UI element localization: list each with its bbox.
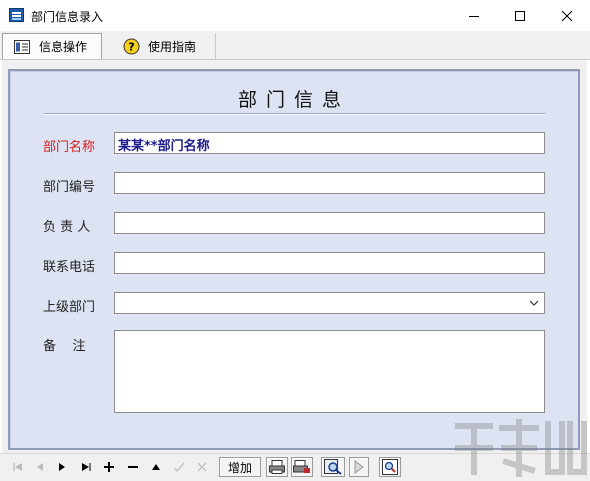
insert-icon — [104, 462, 114, 472]
dept-name-field[interactable]: 某某**部门名称 — [114, 132, 545, 154]
add-button-label: 增加 — [227, 460, 252, 475]
minimize-button[interactable] — [451, 0, 497, 31]
info-list-icon — [13, 38, 31, 56]
tab-label: 使用指南 — [148, 39, 197, 54]
close-icon — [561, 10, 573, 21]
help-icon: ? — [122, 37, 140, 55]
confirm-icon — [173, 462, 185, 472]
app-icon — [9, 8, 24, 22]
post-record-button[interactable] — [171, 457, 187, 477]
last-record-button[interactable] — [78, 457, 94, 477]
print-button[interactable] — [266, 457, 288, 477]
tab-user-guide[interactable]: ? 使用指南 — [112, 33, 216, 59]
navigator-toolbar: 增加 — [0, 453, 590, 481]
phone-label: 联系电话 — [43, 260, 96, 275]
play-icon — [354, 460, 364, 474]
delete-record-button[interactable] — [125, 457, 141, 477]
search-button[interactable] — [321, 457, 345, 477]
zoom-button[interactable] — [379, 457, 401, 477]
svg-text:?: ? — [128, 40, 134, 53]
title-divider — [44, 113, 545, 115]
maximize-button[interactable] — [497, 0, 543, 31]
delete-icon — [128, 466, 138, 468]
title-bar: 部门信息录入 — [0, 0, 590, 31]
department-form-panel: 部门信息 部门名称 某某**部门名称 部门编号 负 责 人 联系电话 上级部门 … — [8, 69, 580, 450]
dept-code-label: 部门编号 — [43, 180, 96, 195]
last-record-icon — [82, 463, 91, 471]
first-record-button[interactable] — [10, 457, 26, 477]
close-button[interactable] — [544, 0, 590, 31]
form-frame: 部门信息 部门名称 某某**部门名称 部门编号 负 责 人 联系电话 上级部门 … — [2, 60, 587, 453]
parent-dept-label: 上级部门 — [43, 300, 96, 315]
tab-info-operations[interactable]: 信息操作 — [2, 33, 102, 59]
search-icon — [324, 459, 342, 475]
tab-label: 信息操作 — [39, 40, 88, 54]
cancel-record-button[interactable] — [194, 457, 210, 477]
print-icon — [269, 460, 285, 474]
up-icon — [152, 464, 160, 470]
print-preview-icon — [293, 460, 310, 473]
chevron-down-icon — [529, 300, 539, 306]
window-title: 部门信息录入 — [31, 10, 104, 24]
minimize-icon — [469, 15, 479, 17]
phone-field[interactable] — [114, 252, 545, 274]
tab-bar: 信息操作 ? 使用指南 — [0, 31, 590, 60]
dept-name-label: 部门名称 — [43, 140, 96, 155]
prev-record-icon — [37, 463, 43, 471]
parent-dept-select[interactable] — [114, 292, 545, 314]
print-preview-button[interactable] — [291, 457, 313, 477]
add-button[interactable]: 增加 — [219, 457, 261, 477]
dept-code-field[interactable] — [114, 172, 545, 194]
cancel-icon — [197, 462, 207, 472]
remarks-textarea[interactable] — [114, 330, 545, 413]
insert-record-button[interactable] — [101, 457, 117, 477]
edit-record-button[interactable] — [148, 457, 164, 477]
maximize-icon — [515, 10, 525, 21]
remarks-label: 备 注 — [43, 339, 86, 354]
next-record-icon — [59, 463, 65, 471]
manager-field[interactable] — [114, 212, 545, 234]
form-title: 部门信息 — [237, 89, 350, 111]
play-button[interactable] — [349, 457, 369, 477]
first-record-icon — [13, 463, 22, 471]
manager-label: 负 责 人 — [43, 220, 91, 235]
zoom-icon — [382, 459, 398, 475]
prev-record-button[interactable] — [32, 457, 48, 477]
next-record-button[interactable] — [54, 457, 70, 477]
